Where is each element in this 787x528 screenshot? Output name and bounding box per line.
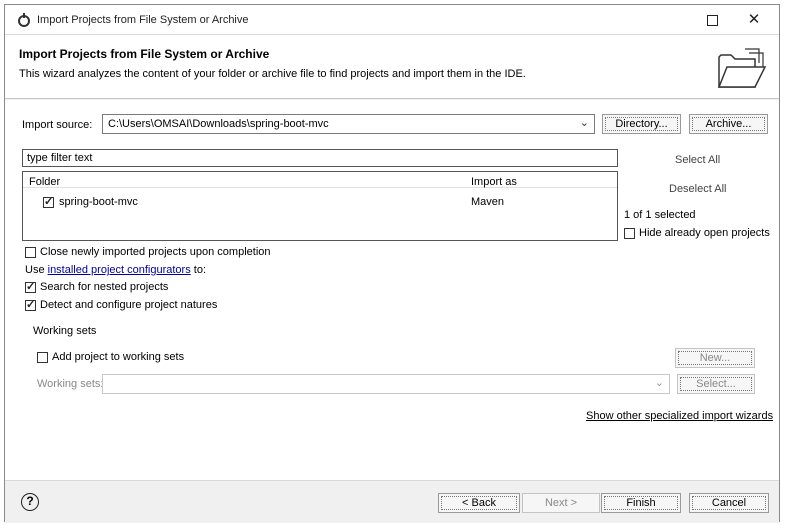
import-source-combo[interactable]: C:\Users\OMSAI\Downloads\spring-boot-mvc…	[102, 114, 595, 134]
detect-natures-checkbox[interactable]	[25, 298, 36, 311]
tree-header: Folder Import as	[23, 172, 617, 188]
project-folder-name: spring-boot-mvc	[59, 196, 138, 208]
folder-open-icon	[717, 48, 767, 88]
wizard-description: This wizard analyzes the content of your…	[19, 68, 526, 80]
window-title: Import Projects from File System or Arch…	[37, 14, 249, 26]
detect-natures-label: Detect and configure project natures	[40, 299, 218, 311]
add-working-sets-label: Add project to working sets	[52, 351, 185, 363]
close-imported-label: Close newly imported projects upon compl…	[40, 246, 271, 258]
close-imported-checkbox[interactable]	[25, 247, 36, 258]
archive-button[interactable]: Archive...	[689, 114, 768, 134]
maximize-icon[interactable]	[703, 11, 721, 29]
deselect-all-button[interactable]: Deselect All	[669, 183, 726, 195]
hide-open-checkbox[interactable]	[624, 228, 635, 239]
wizard-header: Import Projects from File System or Arch…	[5, 35, 779, 99]
configurators-text: Use installed project configurators to:	[25, 264, 206, 276]
add-working-sets-checkbox[interactable]	[37, 352, 48, 363]
other-import-wizards-link[interactable]: Show other specialized import wizards	[586, 410, 773, 422]
next-button[interactable]: Next >	[522, 493, 600, 513]
wizard-title: Import Projects from File System or Arch…	[19, 47, 270, 61]
button-bar: ? < Back Next > Finish Cancel	[5, 480, 779, 523]
working-sets-combo[interactable]: ⌄	[102, 374, 670, 394]
cancel-button[interactable]: Cancel	[689, 493, 769, 513]
eclipse-icon	[18, 13, 30, 27]
help-icon[interactable]: ?	[21, 493, 39, 511]
select-working-set-button[interactable]: Select...	[677, 374, 755, 394]
column-import-as[interactable]: Import as	[471, 176, 517, 188]
working-sets-field-label: Working sets:	[37, 378, 104, 390]
working-sets-chevron-icon[interactable]: ⌄	[655, 376, 664, 389]
project-tree: Folder Import as spring-boot-mvc Maven	[22, 171, 618, 241]
hide-open-label: Hide already open projects	[639, 227, 770, 239]
column-folder[interactable]: Folder	[29, 176, 60, 188]
nested-projects-checkbox[interactable]	[25, 280, 36, 293]
filter-input[interactable]: type filter text	[22, 149, 618, 167]
project-import-as: Maven	[471, 196, 505, 208]
finish-button[interactable]: Finish	[601, 493, 681, 513]
nested-projects-label: Search for nested projects	[40, 281, 169, 293]
close-icon[interactable]: ✕	[745, 11, 763, 29]
title-bar: Import Projects from File System or Arch…	[5, 5, 779, 35]
new-working-set-button[interactable]: New...	[675, 348, 755, 368]
chevron-down-icon[interactable]: ⌄	[580, 116, 589, 129]
wizard-content: Import source: C:\Users\OMSAI\Downloads\…	[5, 100, 779, 480]
select-all-button[interactable]: Select All	[675, 154, 720, 166]
installed-configurators-link[interactable]: installed project configurators	[48, 264, 191, 276]
project-checkbox[interactable]	[43, 195, 54, 208]
import-source-label: Import source:	[22, 119, 93, 131]
selection-count: 1 of 1 selected	[624, 209, 696, 221]
back-button[interactable]: < Back	[438, 493, 520, 513]
import-dialog: Import Projects from File System or Arch…	[4, 4, 780, 523]
directory-button[interactable]: Directory...	[602, 114, 681, 134]
working-sets-group-label: Working sets	[33, 325, 97, 337]
import-source-value: C:\Users\OMSAI\Downloads\spring-boot-mvc	[108, 118, 329, 130]
